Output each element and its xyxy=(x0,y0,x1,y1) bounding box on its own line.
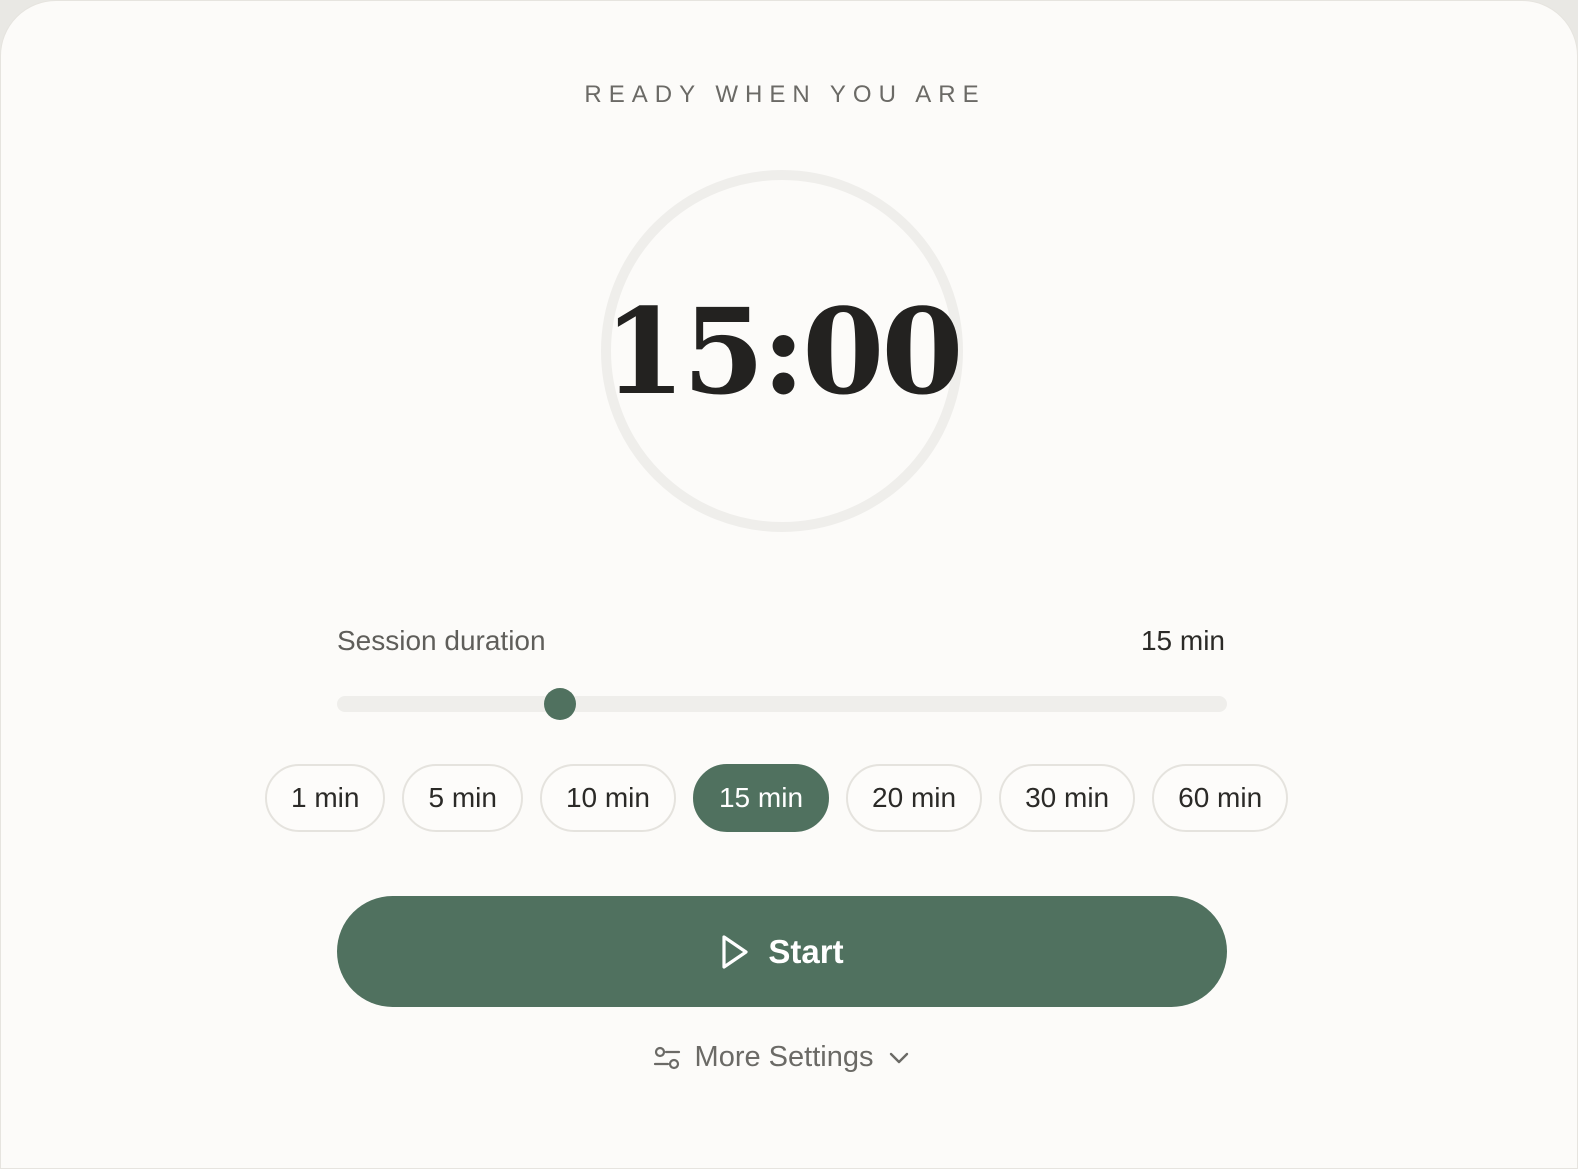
duration-presets: 1 min 5 min 10 min 15 min 20 min 30 min … xyxy=(265,764,1289,832)
play-icon xyxy=(720,934,750,970)
session-duration-value: 15 min xyxy=(1140,625,1225,656)
sliders-icon xyxy=(653,1044,681,1072)
more-settings-label: More Settings xyxy=(694,1041,874,1073)
preset-20-min[interactable]: 20 min xyxy=(846,764,983,832)
preset-30-min[interactable]: 30 min xyxy=(999,764,1136,832)
more-settings-toggle[interactable]: More Settings xyxy=(1,1041,1563,1074)
duration-slider-track[interactable] xyxy=(337,688,1227,720)
duration-slider-thumb[interactable] xyxy=(543,688,576,720)
chevron-down-icon xyxy=(887,1046,911,1070)
status-eyebrow: READY WHEN YOU ARE xyxy=(584,81,986,108)
preset-5-min[interactable]: 5 min xyxy=(402,764,523,832)
start-button-label: Start xyxy=(768,932,844,970)
preset-1-min[interactable]: 1 min xyxy=(265,764,386,832)
preset-15-min[interactable]: 15 min xyxy=(692,764,830,832)
timer-card: READY WHEN YOU ARE 15:00 Session duratio… xyxy=(0,0,1578,1169)
session-duration-label: Session duration xyxy=(337,625,546,656)
preset-10-min[interactable]: 10 min xyxy=(539,764,676,832)
preset-60-min[interactable]: 60 min xyxy=(1152,764,1289,832)
timer-display: 15:00 xyxy=(603,281,964,421)
start-button[interactable]: Start xyxy=(337,896,1227,1007)
